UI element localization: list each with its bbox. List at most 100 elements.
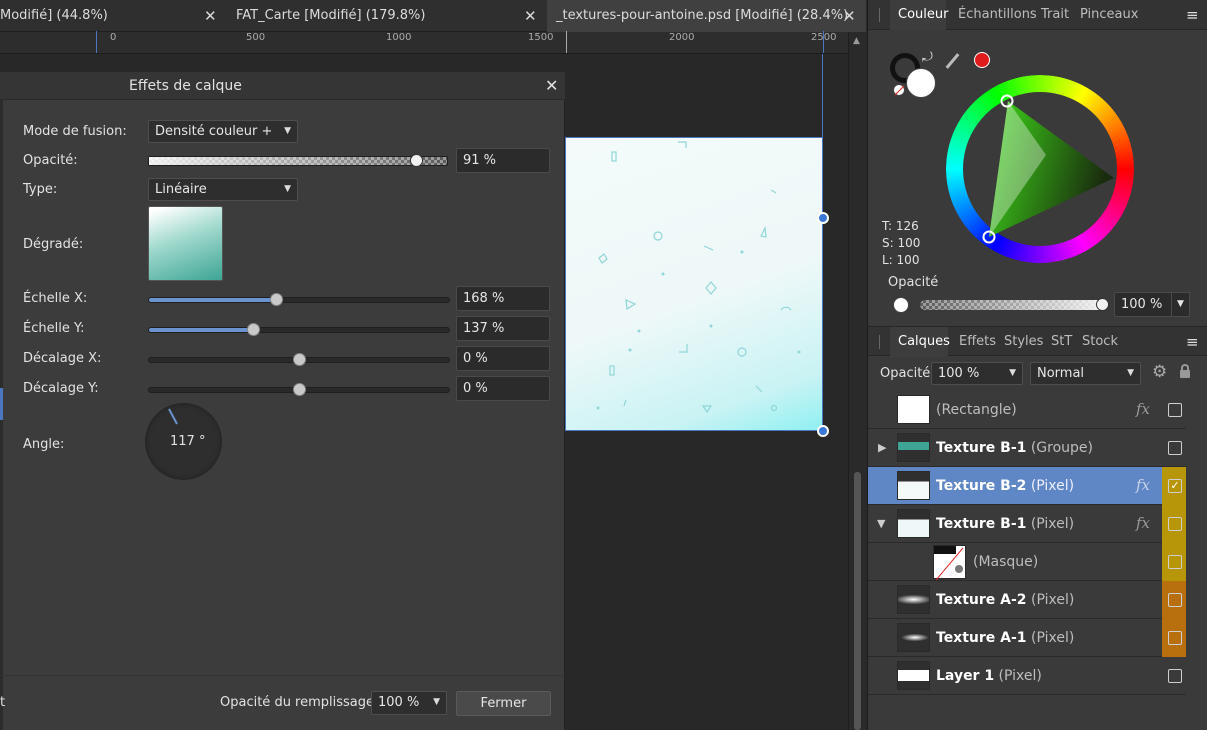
fill-opacity-dropdown[interactable]: 100 % ▼ <box>371 691 447 715</box>
tab-document-2[interactable]: FAT_Carte [Modifié] (179.8%) ✕ <box>236 0 546 32</box>
saturation-value: S: 100 <box>882 236 921 250</box>
scale-y-field[interactable]: 137 % <box>456 316 550 341</box>
hue-value: T: 126 <box>882 219 919 233</box>
layer-row[interactable]: (Rectangle) fx <box>868 391 1186 429</box>
tab-effets[interactable]: Effets <box>959 327 996 357</box>
close-icon[interactable]: ✕ <box>545 76 558 95</box>
layer-thumbnail <box>897 661 930 690</box>
visibility-checkbox[interactable] <box>1168 441 1182 455</box>
tab-stock[interactable]: Stock <box>1082 327 1118 357</box>
tab-calques[interactable]: Calques <box>890 327 950 357</box>
visibility-checkbox[interactable] <box>1168 593 1182 607</box>
tab-echantillons[interactable]: Échantillons <box>958 0 1037 30</box>
color-opacity-knob[interactable] <box>1096 298 1109 311</box>
layer-row[interactable]: Texture A-1 (Pixel) <box>868 619 1186 657</box>
tab-document-1[interactable]: Modifié] (44.8%) ✕ <box>0 0 225 32</box>
visibility-checkbox[interactable] <box>1168 631 1182 645</box>
lock-icon[interactable] <box>1180 364 1190 378</box>
offset-x-knob[interactable] <box>293 353 306 366</box>
scale-y-knob[interactable] <box>247 323 260 336</box>
close-button[interactable]: Fermer <box>456 691 551 716</box>
ruler-label: 2000 <box>669 32 695 43</box>
scroll-up-icon[interactable]: ▲ <box>853 36 860 46</box>
offset-x-field[interactable]: 0 % <box>456 346 550 371</box>
visibility-checkbox[interactable] <box>1168 403 1182 417</box>
fx-icon[interactable]: fx <box>1136 514 1150 532</box>
scale-y-slider[interactable] <box>148 327 450 333</box>
layer-row-selected[interactable]: Texture B-2 (Pixel) fx ✓ <box>868 467 1186 505</box>
visibility-checkbox[interactable] <box>1168 517 1182 531</box>
blend-mode-value: Densité couleur + <box>155 124 273 139</box>
layer-type: (Pixel) <box>1026 630 1075 646</box>
fx-icon[interactable]: fx <box>1136 400 1150 418</box>
truncated-label: t <box>0 695 6 710</box>
opacity-preview-swatch <box>893 297 909 313</box>
layer-row[interactable]: Texture A-2 (Pixel) <box>868 581 1186 619</box>
layer-row[interactable]: (Masque) <box>868 543 1186 581</box>
panel-menu-icon[interactable]: ≡ <box>1186 0 1199 30</box>
fill-color-swatch[interactable] <box>906 68 936 98</box>
panel-menu-icon[interactable]: ≡ <box>1186 327 1199 357</box>
tab-stt[interactable]: StT <box>1051 327 1072 357</box>
type-dropdown[interactable]: Linéaire ▼ <box>148 178 298 201</box>
collapse-arrow-icon[interactable]: ▼ <box>877 517 885 530</box>
scale-x-slider[interactable] <box>148 297 450 303</box>
opacity-slider-knob[interactable] <box>410 154 423 167</box>
blend-mode-dropdown[interactable]: Densité couleur + ▼ <box>148 120 298 143</box>
layer-row[interactable]: ▼ Texture B-1 (Pixel) fx <box>868 505 1186 543</box>
confetti-pattern <box>596 141 801 414</box>
chevron-down-icon: ▼ <box>1127 368 1134 378</box>
tab-label: Modifié] (44.8%) <box>0 8 108 23</box>
offset-y-field[interactable]: 0 % <box>456 376 550 401</box>
resize-handle[interactable] <box>817 425 829 437</box>
close-icon[interactable]: ✕ <box>204 0 217 32</box>
layer-opacity-dropdown[interactable]: 100 % ▼ <box>931 362 1023 385</box>
close-icon[interactable]: ✕ <box>524 0 537 32</box>
ruler-label: 0 <box>110 32 117 43</box>
visibility-checkbox[interactable] <box>1168 555 1182 569</box>
tab-styles[interactable]: Styles <box>1004 327 1043 357</box>
color-wheel[interactable] <box>946 75 1134 263</box>
scale-x-knob[interactable] <box>270 293 283 306</box>
color-opacity-slider[interactable] <box>920 300 1104 310</box>
layer-title: Layer 1 <box>936 668 995 684</box>
texture-artwork[interactable] <box>565 137 823 431</box>
layer-type: (Masque) <box>973 554 1039 570</box>
expand-arrow-icon[interactable]: ▶ <box>878 441 886 454</box>
tab-document-3[interactable]: _textures-pour-antoine.psd [Modifié] (28… <box>547 0 866 32</box>
layer-name: Texture A-2 (Pixel) <box>936 581 1074 619</box>
offset-y-knob[interactable] <box>293 383 306 396</box>
layer-thumbnail <box>897 585 930 614</box>
eyedropper-icon[interactable] <box>945 53 960 69</box>
layer-name: (Masque) <box>973 543 1038 581</box>
red-swatch[interactable] <box>974 52 990 68</box>
angle-dial[interactable]: 117 ° <box>145 403 222 480</box>
no-color-icon[interactable] <box>893 84 905 96</box>
layer-blend-dropdown[interactable]: Normal ▼ <box>1030 362 1141 385</box>
layer-row[interactable]: Layer 1 (Pixel) <box>868 657 1186 695</box>
gear-icon[interactable]: ⚙ <box>1152 362 1167 382</box>
scale-x-field[interactable]: 168 % <box>456 286 550 311</box>
layer-row[interactable]: ▶ Texture B-1 (Groupe) <box>868 429 1186 467</box>
visibility-checkbox-checked[interactable]: ✓ <box>1168 479 1182 493</box>
tab-pinceaux[interactable]: Pinceaux <box>1080 0 1138 30</box>
vertical-scrollbar[interactable]: ▲ <box>848 32 866 730</box>
tab-trait[interactable]: Trait <box>1041 0 1069 30</box>
opacity-field[interactable]: 91 % <box>456 148 550 173</box>
gradient-swatch[interactable] <box>148 206 223 281</box>
tab-couleur[interactable]: Couleur <box>890 0 948 30</box>
opacity-slider[interactable] <box>148 156 448 166</box>
chevron-down-icon: ▼ <box>284 184 291 194</box>
ruler-label: 1500 <box>528 32 554 43</box>
close-icon[interactable]: ✕ <box>843 0 856 32</box>
fx-icon[interactable]: fx <box>1136 476 1150 494</box>
color-opacity-field[interactable]: 100 % <box>1114 292 1178 317</box>
resize-handle[interactable] <box>817 212 829 224</box>
visibility-checkbox[interactable] <box>1168 669 1182 683</box>
scroll-thumb[interactable] <box>854 472 861 730</box>
color-panel-tabs: Couleur Échantillons Trait Pinceaux ≡ <box>868 0 1207 30</box>
chevron-down-icon[interactable]: ▼ <box>1171 292 1190 317</box>
swap-colors-icon[interactable]: ⤾ <box>922 50 933 65</box>
tab-label: FAT_Carte [Modifié] (179.8%) <box>236 8 426 23</box>
lightness-value: L: 100 <box>882 253 920 267</box>
